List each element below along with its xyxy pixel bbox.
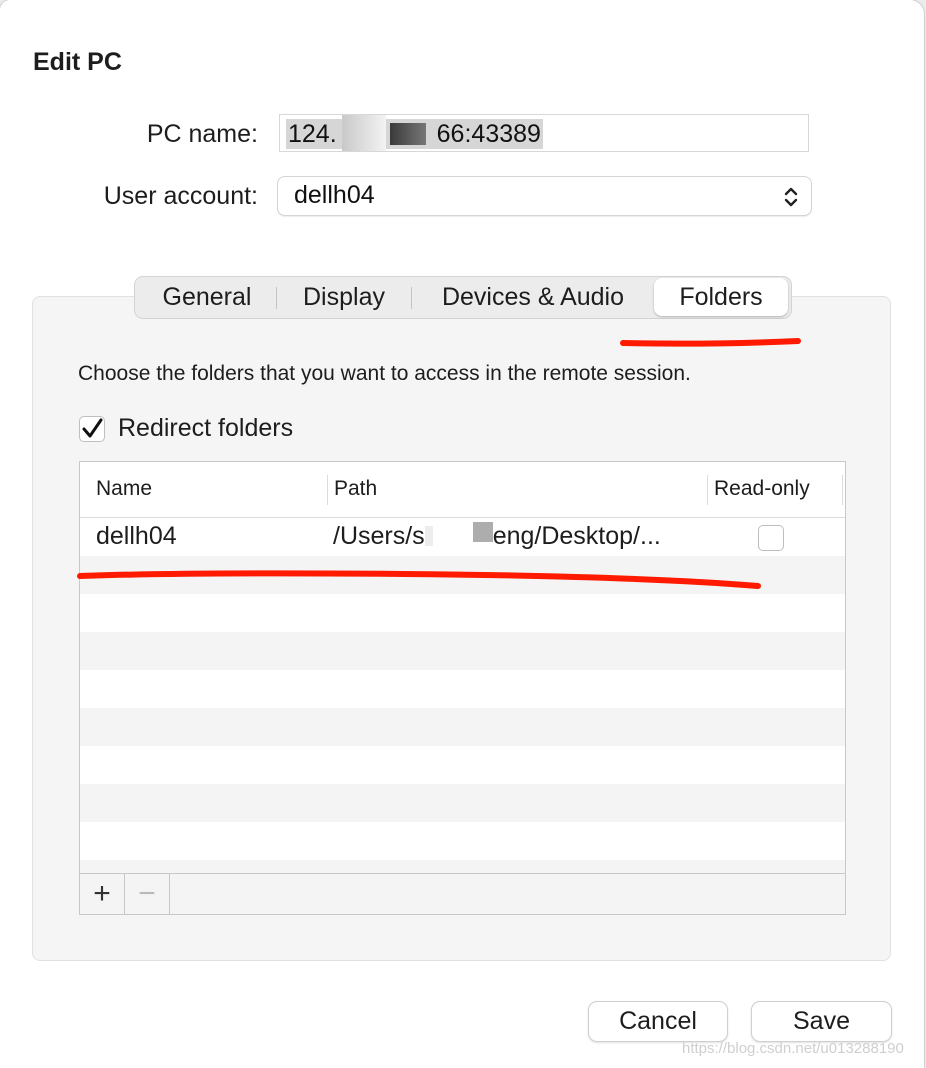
column-header-path[interactable]: Path bbox=[334, 477, 377, 501]
table-row-empty bbox=[80, 746, 845, 784]
user-account-value: dellh04 bbox=[294, 181, 375, 209]
watermark-text: https://blog.csdn.net/u013288190 bbox=[682, 1040, 904, 1057]
tab-separator bbox=[411, 287, 412, 309]
add-folder-button[interactable]: + bbox=[80, 874, 125, 914]
table-toolbar: + − bbox=[80, 873, 845, 914]
folders-table: Name Path Read-only dellh04 /Users/s eng/… bbox=[79, 461, 846, 915]
folders-description: Choose the folders that you want to acce… bbox=[78, 362, 691, 385]
table-row-empty bbox=[80, 822, 845, 860]
table-row-empty bbox=[80, 670, 845, 708]
dialog-title: Edit PC bbox=[33, 48, 122, 76]
tab-separator bbox=[276, 287, 277, 309]
table-header: Name Path Read-only bbox=[80, 462, 845, 518]
save-button[interactable]: Save bbox=[751, 1001, 892, 1042]
folder-path-start: /Users/s bbox=[333, 522, 425, 550]
tab-display[interactable]: Display bbox=[285, 277, 403, 318]
redaction-mark bbox=[342, 115, 386, 151]
folder-path-end: eng/Desktop/... bbox=[492, 522, 661, 550]
redaction-mark bbox=[472, 522, 493, 542]
user-account-label: User account: bbox=[103, 182, 258, 210]
pc-name-input[interactable]: 124. 66:43389 bbox=[279, 114, 809, 152]
remove-folder-button[interactable]: − bbox=[125, 874, 170, 914]
cancel-button[interactable]: Cancel bbox=[588, 1001, 728, 1042]
edit-pc-dialog: Edit PC PC name: 124. 66:43389 User acco… bbox=[0, 0, 924, 1068]
read-only-checkbox[interactable] bbox=[758, 525, 784, 551]
table-row-empty bbox=[80, 708, 845, 746]
table-row-empty bbox=[80, 784, 845, 822]
folder-name-cell: dellh04 bbox=[96, 522, 177, 550]
table-row-empty bbox=[80, 632, 845, 670]
column-separator bbox=[327, 475, 328, 505]
column-separator bbox=[707, 475, 708, 505]
table-row-empty bbox=[80, 594, 845, 632]
tab-general[interactable]: General bbox=[141, 277, 273, 318]
annotation-underline-tab bbox=[620, 338, 801, 347]
redaction-mark bbox=[390, 123, 426, 145]
tab-devices-audio[interactable]: Devices & Audio bbox=[419, 277, 647, 318]
tab-folders[interactable]: Folders bbox=[654, 278, 788, 316]
column-header-name[interactable]: Name bbox=[96, 477, 152, 501]
table-row[interactable]: dellh04 /Users/s eng/Desktop/... bbox=[80, 518, 845, 556]
checkmark-icon bbox=[82, 418, 103, 438]
redaction-mark bbox=[424, 526, 433, 546]
annotation-underline-row bbox=[77, 570, 761, 589]
user-account-select[interactable]: dellh04 bbox=[277, 176, 812, 216]
redirect-folders-label: Redirect folders bbox=[118, 414, 294, 442]
folder-path-cell: /Users/s eng/Desktop/... bbox=[333, 522, 661, 551]
column-header-read-only[interactable]: Read-only bbox=[714, 477, 810, 501]
tab-bar: General Display Devices & Audio Folders bbox=[134, 276, 792, 319]
pc-name-label: PC name: bbox=[146, 120, 258, 148]
up-down-chevron-icon bbox=[784, 187, 798, 207]
redirect-folders-checkbox[interactable] bbox=[79, 416, 105, 442]
table-row-empty bbox=[80, 860, 845, 874]
column-separator bbox=[842, 475, 843, 505]
